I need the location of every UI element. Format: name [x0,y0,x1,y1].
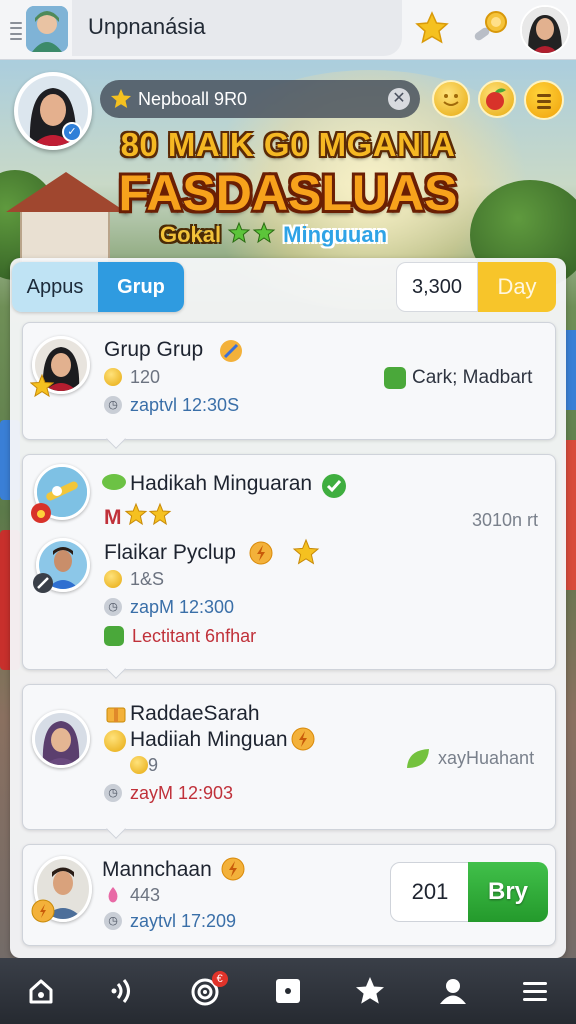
gem-icon [104,886,122,909]
square-icon[interactable] [260,963,316,1019]
banner-headline: 80 MAIK G0 MGANIA [120,126,456,163]
app-title: Unpnanásia [88,14,206,39]
search-text: Nepboall 9R0 [138,89,248,109]
card-name: Mannchaan [102,858,212,881]
rocket-icon [218,338,244,369]
coin-icon [130,756,148,774]
lightning-coin-icon [290,726,316,757]
timestamp: zayM 12:903 [130,783,234,803]
lightning-coin-icon [248,540,274,571]
ticket-icon [104,626,124,646]
item-value: 3010n rt [472,510,539,530]
target-icon[interactable]: € [178,963,234,1019]
bottom-nav: € [0,958,576,1024]
tab-bar: Appus Grup [12,262,184,312]
fire-badge-icon [30,502,52,529]
coin-count: 1&S [130,569,165,589]
day-button[interactable]: Day [478,262,556,312]
coin-icon [104,368,122,386]
avatar[interactable] [26,6,68,52]
coin-badge-icon [30,898,56,929]
reward-label: Cark; Madbart [412,367,533,388]
banner-subtitle: Gokal Minguuan [160,220,387,250]
timestamp: zaptvl 12:30S [130,395,240,415]
card-name: Hadiiah Minguan [130,728,288,751]
medal-icon[interactable] [470,8,510,48]
card-name: Flaikar Pyclup [104,541,236,564]
coin-count: 9 [148,755,159,775]
clock-icon: ◷ [104,598,122,616]
star-icon[interactable] [414,10,450,46]
lightning-coin-icon [220,856,246,887]
reward-label: xayHuahant [438,748,535,768]
drawer-handle-icon[interactable] [10,22,22,40]
clear-icon[interactable]: ✕ [388,88,410,110]
profile-icon[interactable] [425,963,481,1019]
banner-title: FASDASLUAS [118,165,458,221]
smiley-coin-icon [104,730,126,752]
tab-grup[interactable]: Grup [98,262,184,312]
leaf-icon [404,746,432,777]
check-icon [320,472,348,505]
card-name: Grup Grup [104,338,204,361]
signal-icon[interactable] [95,963,151,1019]
notification-badge: € [211,971,228,987]
home-icon[interactable] [13,963,69,1019]
card-title: Hadikah Minguaran [130,472,313,495]
coin-count: 120 [130,367,161,387]
leaf-icon [100,470,128,499]
menu-icon[interactable] [524,80,564,120]
note-text: Lectitant 6nfhar [132,626,257,646]
star-icon [110,88,132,110]
tab-apps[interactable]: Appus [12,262,98,312]
fruit-icon[interactable] [478,80,516,118]
wrench-badge-icon [32,572,54,599]
star-icon [292,538,320,571]
gift-icon [104,700,128,729]
smiley-coin-icon[interactable] [432,80,470,118]
stars-icon [227,221,277,250]
stars-icon [124,502,174,533]
card-title: RaddaeSarah [130,702,260,725]
count-value: 3,300 [396,262,478,312]
star-icon[interactable] [342,963,398,1019]
timestamp: zapM 12:300 [130,597,235,617]
quantity-value: 201 [390,862,470,922]
top-bar: Unpnanásia [0,0,576,60]
coin-icon [104,570,122,588]
gift-icon [384,367,406,389]
banner-subtitle-right: Minguuan [283,222,388,247]
avatar [32,710,90,768]
profile-avatar[interactable] [520,5,570,55]
clock-icon: ◷ [104,396,122,414]
buy-button[interactable]: Bry [468,862,548,922]
star-badge-icon [29,373,55,403]
banner-subtitle-left: Gokal [160,222,222,247]
gem-count: 443 [130,885,161,905]
clock-icon: ◷ [104,912,122,930]
clock-icon: ◷ [104,784,122,802]
menu-icon[interactable] [507,963,563,1019]
timestamp: zaytvl 17:209 [130,911,237,931]
rank-label: M [104,506,122,529]
